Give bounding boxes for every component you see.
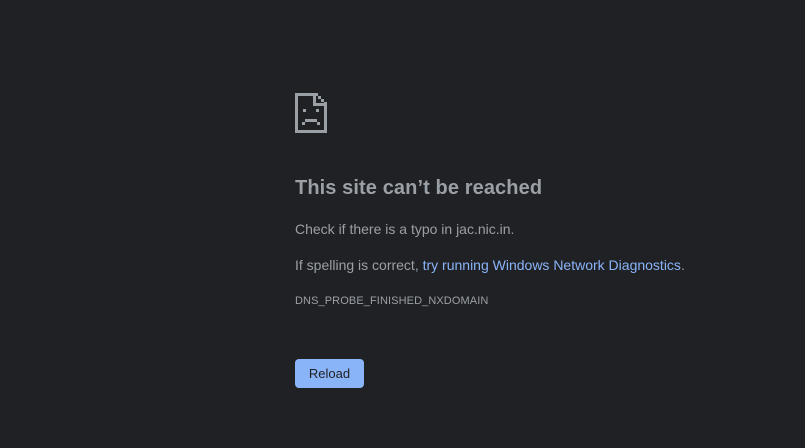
typo-hint: Check if there is a typo in jac.nic.in. xyxy=(295,221,515,237)
reload-button[interactable]: Reload xyxy=(295,359,364,388)
diagnostics-hint: If spelling is correct, try running Wind… xyxy=(295,257,685,273)
error-content: This site can’t be reached Check if ther… xyxy=(295,93,755,388)
error-page: This site can’t be reached Check if ther… xyxy=(0,0,805,448)
sad-document-icon xyxy=(295,93,327,133)
error-code: DNS_PROBE_FINISHED_NXDOMAIN xyxy=(295,295,489,307)
network-diagnostics-link[interactable]: try running Windows Network Diagnostics xyxy=(423,257,681,273)
error-title: This site can’t be reached xyxy=(295,177,543,199)
diagnostics-suffix: . xyxy=(680,257,685,273)
diagnostics-prefix: If spelling is correct, xyxy=(295,257,423,273)
